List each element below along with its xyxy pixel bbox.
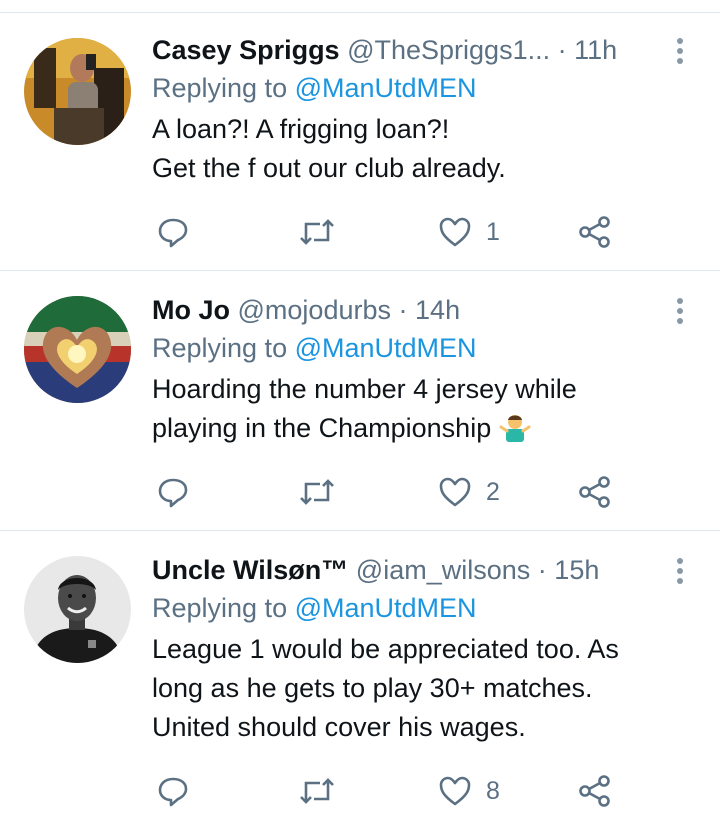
share-button[interactable] — [578, 472, 612, 512]
tweet-text-line: long as he gets to play 30+ matches. — [152, 673, 593, 703]
replying-label: Replying to — [152, 73, 288, 103]
tweet-header: Mo Jo @mojodurbs · 14h — [152, 292, 650, 328]
reply-button[interactable] — [156, 212, 190, 252]
replying-to: Replying to @ManUtdMEN — [152, 330, 477, 366]
like-count: 8 — [486, 776, 500, 805]
action-bar: 1 — [152, 212, 672, 252]
share-icon — [579, 476, 610, 508]
reply-icon — [158, 218, 188, 248]
display-name[interactable]: Casey Spriggs — [152, 35, 340, 65]
like-button[interactable]: 2 — [438, 472, 500, 512]
avatar-heart-hands-image — [24, 296, 131, 403]
display-name[interactable]: Mo Jo — [152, 295, 230, 325]
user-handle[interactable]: @mojodurbs — [238, 295, 391, 325]
tweet-text-line: A loan?! A frigging loan?! — [152, 114, 450, 144]
tweet-text-line: United should cover his wages. — [152, 712, 526, 742]
avatar[interactable] — [24, 556, 131, 663]
divider — [0, 270, 720, 271]
reply-icon — [158, 478, 188, 508]
tweet-header: Uncle Wilsøn™ @iam_wilsons · 15h — [152, 552, 650, 588]
user-handle[interactable]: @TheSpriggs1... — [347, 35, 550, 65]
retweet-button[interactable] — [298, 212, 336, 252]
heart-icon — [439, 477, 471, 507]
tweet-text-line: Get the f out our club already. — [152, 153, 506, 183]
display-name[interactable]: Uncle Wilsøn™ — [152, 555, 348, 585]
replying-to: Replying to @ManUtdMEN — [152, 590, 477, 626]
reply-button[interactable] — [156, 771, 190, 811]
tweet[interactable]: Mo Jo @mojodurbs · 14h Replying to @ManU… — [0, 292, 720, 520]
tweet-text-line-content: playing in the Championship — [152, 413, 492, 443]
mention-link[interactable]: @ManUtdMEN — [295, 593, 477, 623]
like-button[interactable]: 1 — [438, 212, 500, 252]
share-icon — [579, 775, 610, 807]
share-icon — [579, 216, 610, 248]
heart-icon — [439, 776, 471, 806]
tweet-text: A loan?! A frigging loan?! Get the f out… — [152, 110, 692, 188]
timestamp[interactable]: 11h — [574, 35, 617, 65]
tweet-text-line: Hoarding the number 4 jersey while — [152, 374, 577, 404]
more-vertical-icon[interactable] — [674, 558, 686, 588]
like-count: 1 — [486, 217, 500, 246]
like-button[interactable]: 8 — [438, 771, 500, 811]
separator-dot: · — [557, 35, 567, 65]
share-button[interactable] — [578, 212, 612, 252]
separator-dot: · — [537, 555, 547, 585]
reply-icon — [158, 777, 188, 807]
like-count: 2 — [486, 477, 500, 506]
replying-to: Replying to @ManUtdMEN — [152, 70, 477, 106]
tweet-header: Casey Spriggs @TheSpriggs1... · 11h — [152, 32, 650, 68]
avatar-gym-selfie-image — [24, 38, 131, 145]
timestamp[interactable]: 15h — [554, 555, 599, 585]
reply-thread: Casey Spriggs @TheSpriggs1... · 11h Repl… — [0, 0, 720, 821]
retweet-icon — [300, 778, 334, 804]
retweet-button[interactable] — [298, 472, 336, 512]
tweet-text-line: League 1 would be appreciated too. As — [152, 634, 619, 664]
separator-dot: · — [398, 295, 408, 325]
man-shrugging-emoji — [499, 415, 531, 442]
avatar[interactable] — [24, 38, 131, 145]
share-button[interactable] — [578, 771, 612, 811]
reply-button[interactable] — [156, 472, 190, 512]
avatar[interactable] — [24, 296, 131, 403]
mention-link[interactable]: @ManUtdMEN — [295, 73, 477, 103]
replying-label: Replying to — [152, 333, 288, 363]
action-bar: 8 — [152, 771, 672, 811]
more-vertical-icon[interactable] — [674, 38, 686, 68]
tweet[interactable]: Uncle Wilsøn™ @iam_wilsons · 15h Replyin… — [0, 552, 720, 821]
more-vertical-icon[interactable] — [674, 298, 686, 328]
user-handle[interactable]: @iam_wilsons — [356, 555, 530, 585]
divider — [0, 530, 720, 531]
retweet-button[interactable] — [298, 771, 336, 811]
avatar-smiling-man-image — [24, 556, 131, 663]
tweet-text-line: playing in the Championship — [152, 409, 692, 448]
divider — [0, 12, 720, 13]
action-bar: 2 — [152, 472, 672, 512]
tweet[interactable]: Casey Spriggs @TheSpriggs1... · 11h Repl… — [0, 32, 720, 260]
retweet-icon — [300, 219, 334, 245]
timestamp[interactable]: 14h — [415, 295, 460, 325]
heart-icon — [439, 217, 471, 247]
tweet-text: League 1 would be appreciated too. As lo… — [152, 630, 692, 747]
replying-label: Replying to — [152, 593, 288, 623]
tweet-text: Hoarding the number 4 jersey while playi… — [152, 370, 692, 448]
retweet-icon — [300, 479, 334, 505]
mention-link[interactable]: @ManUtdMEN — [295, 333, 477, 363]
